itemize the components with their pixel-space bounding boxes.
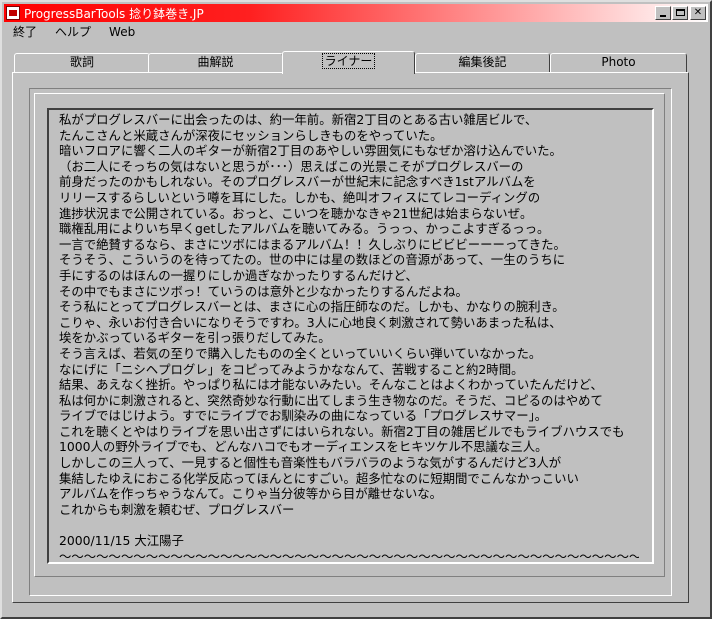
liner-line: 前身だったのかもしれない。そのプログレスバーが世紀末に記念すべき1stアルバムを [59,174,536,190]
liner-line: なにげに「ニシヘプログレ」をコピってみようかななんて、苦戦すること約2時間。 [59,361,524,377]
liner-line: 1000人の野外ライブでも、どんなハコでもオーディエンスをヒキツケル不思議な三人… [59,439,548,455]
tab-label: 編集後記 [458,55,507,69]
tab-lyrics[interactable]: 歌詞 [14,53,150,72]
minimize-button[interactable] [655,6,671,20]
tab-liner[interactable]: ライナー [282,51,415,74]
tab-song-notes[interactable]: 曲解説 [148,53,283,72]
liner-line: 私は何かに刺激されると、突然奇妙な行動に出てしまう生き物なのだ。そうだ、コピるの… [59,392,603,408]
liner-line: 私がプログレスバーに出会ったのは、約一年前。新宿2丁目のとある古い雑居ビルで、 [59,112,538,127]
tab-strip: 歌詞 曲解説 ライナー 編集後記 Photo [12,51,688,74]
tab-panel: 私がプログレスバーに出会ったのは、約一年前。新宿2丁目のとある古い雑居ビルで、た… [12,72,689,603]
title-bar[interactable]: ProgressBarTools 捻り鉢巻き.JP ✕ [4,4,708,22]
liner-notes-text: 私がプログレスバーに出会ったのは、約一年前。新宿2丁目のとある古い雑居ビルで、た… [59,112,649,564]
liner-line: これを聴くとやはりライブを思い出さずにはいられない。新宿2丁目の雑居ビルでもライ… [59,423,625,439]
menu-item-help[interactable]: ヘルプ [46,23,100,41]
tab-label: Photo [601,55,636,69]
app-icon[interactable] [6,6,20,20]
liner-line: そう言えば、若気の至りで購入したものの全くといっていいくらい弾いていなかった。 [59,345,542,361]
tab-label: 歌詞 [69,55,94,69]
liner-line: 一言で絶賛するなら、まさにツボにはまるアルバム！！久しぶりにビビビーーーってきた… [59,236,566,252]
liner-line: （お二人にそっちの気はないと思うが･･･）思えばこの光景こそがプログレスバーの [59,158,524,174]
liner-line: 手にするのはほんの一握りにしか過ぎなかったりするんだけど、 [59,267,418,283]
liner-line: その中でもまさにツボっ！ていうのは意外と少なかったりするんだよね。 [59,283,468,299]
tab-label: ライナー [321,53,376,69]
liner-line: ライブではじけよう。すでにライブでお馴染みの曲になっている「プログレスサマー」。 [59,408,548,424]
wavy-rule: ～～～～～～～～～～～～～～～～～～～～～～～～～～～～～～～～～～～～～～～～… [59,548,639,564]
minimize-icon [660,15,666,17]
close-icon: ✕ [693,7,703,18]
liner-line: 職権乱用によりいち早くgetしたアルバムを聴いてみる。うっっ、かっこよすぎるっっ… [59,221,550,237]
window-controls: ✕ [654,6,706,20]
tab-afterword[interactable]: 編集後記 [415,53,550,72]
menu-item-exit[interactable]: 終了 [4,23,46,41]
liner-notes-textbox[interactable]: 私がプログレスバーに出会ったのは、約一年前。新宿2丁目のとある古い雑居ビルで、た… [47,108,654,564]
menu-bar: 終了 ヘルプ Web [4,23,708,41]
liner-line: 集結したゆえにおこる化学反応ってほんとにすごい。超多忙なのに短期間でこんなかっこ… [59,470,579,486]
liner-line: たんこさんと米蔵さんが深夜にセッションらしきものをやっていた。 [59,127,443,143]
liner-line: リリースするらしいという噂を耳にした。しかも、絶叫オフィスにてレコーディングの [59,189,541,205]
close-button[interactable]: ✕ [690,6,706,20]
liner-line: そう私にとってプログレスバーとは、まさに心の指圧師なのだ。しかも、かなりの腕利き… [59,299,565,315]
app-window: ProgressBarTools 捻り鉢巻き.JP ✕ 終了 ヘルプ Web 歌… [0,0,712,619]
liner-line: 埃をかぶっているギターを引っ張りだしてみた。 [59,330,331,346]
liner-line: 暗いフロアに響く二人のギターが新宿2丁目のあやしい雰囲気にもなぜか溶け込んでいた… [59,143,562,159]
liner-line: こりゃ、永いお付き合いになりそうですわ。3人に心地良く刺激されて勢いあまった私は… [59,314,562,330]
maximize-icon [676,9,685,16]
liner-line: これからも刺激を頼むぜ、プログレスバー [59,501,295,517]
maximize-button[interactable] [672,6,688,20]
tab-label: 曲解説 [197,55,234,69]
signature: 2000/11/15 大江陽子 [59,533,184,549]
liner-line: しかしこの三人って、一見すると個性も音楽性もバラバラのような気がするんだけど3人… [59,455,562,471]
liner-line: アルバムを作っちゃうなんて。こりゃ当分彼等から目が離せないな。 [59,486,442,502]
liner-line: 進捗状況まで公開されている。おっと、こいつを聴かなきゃ21世紀は始まらないぜ。 [59,205,533,221]
liner-line: そうそう、こういうのを待ってたの。世の中には星の数ほどの音源があって、一生のうち… [59,252,566,268]
menu-item-web[interactable]: Web [100,23,144,41]
window-title: ProgressBarTools 捻り鉢巻き.JP [24,6,204,21]
liner-line: 結果、あえなく挫折。やっぱり私には才能ないみたい。そんなことはよくわかっていたん… [59,377,603,393]
tab-photo[interactable]: Photo [550,53,687,72]
